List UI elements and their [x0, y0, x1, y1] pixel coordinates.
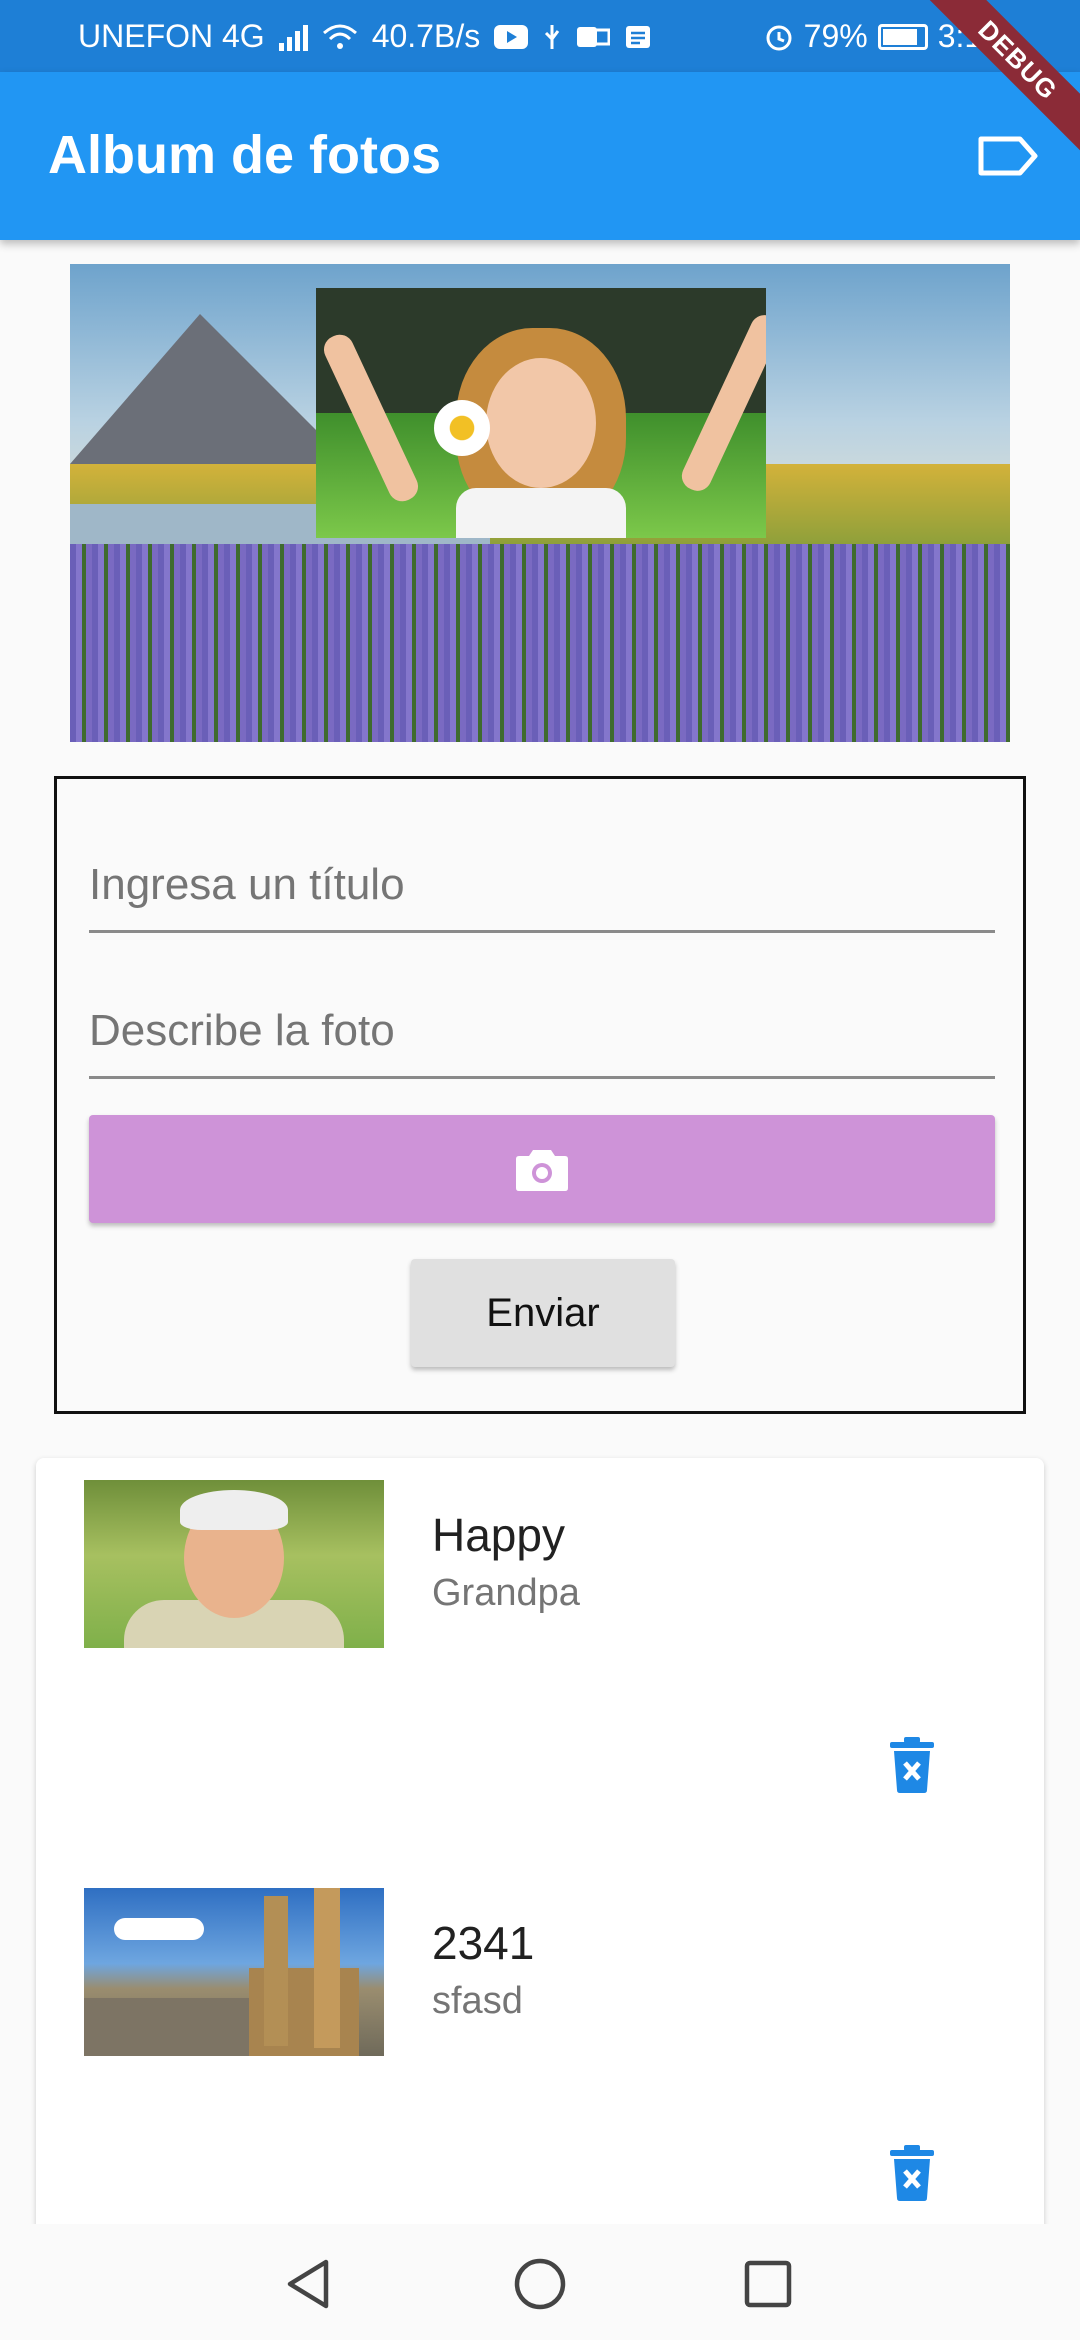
- cathedral-thumbnail: [84, 1888, 384, 2056]
- item-description: sfasd: [432, 1980, 523, 2022]
- photo-form: Enviar: [54, 776, 1026, 1414]
- youtube-icon: [494, 24, 529, 49]
- camera-button[interactable]: [89, 1115, 995, 1223]
- app-title: Album de fotos: [48, 125, 441, 185]
- description-input[interactable]: [89, 1006, 995, 1056]
- carrier-label: UNEFON 4G: [78, 18, 265, 54]
- status-bar: UNEFON 4G 40.7B/s 79% 3:12 DEBUG: [0, 0, 1080, 167]
- banner-lupine-field: [70, 544, 1010, 742]
- banner-mountain: [70, 314, 350, 464]
- label-outline-icon[interactable]: [976, 134, 1040, 178]
- app-bar: Album de fotos: [0, 72, 1080, 240]
- network-speed: 40.7B/s: [371, 18, 481, 54]
- wifi-icon: [322, 24, 357, 49]
- description-field: [89, 959, 995, 1079]
- usb-icon: [545, 24, 560, 49]
- message-icon: [626, 25, 651, 48]
- delete-icon[interactable]: [888, 2144, 936, 2202]
- system-nav-bar: [0, 2224, 1080, 2340]
- grandpa-thumbnail: [84, 1480, 384, 1648]
- list-item[interactable]: Happy Grandpa: [36, 1480, 1044, 1888]
- title-field: [89, 813, 995, 933]
- happy-girl-photo: [316, 288, 766, 538]
- home-icon[interactable]: [510, 2254, 570, 2314]
- back-icon[interactable]: [280, 2254, 340, 2314]
- photo-list: Happy Grandpa 2341 sfasd: [36, 1458, 1044, 2340]
- battery-percent: 79%: [803, 18, 868, 54]
- header-image: [70, 264, 1010, 742]
- alarm-icon: [766, 25, 792, 50]
- delete-icon[interactable]: [888, 1736, 936, 1794]
- title-input[interactable]: [89, 860, 995, 910]
- submit-button[interactable]: Enviar: [411, 1259, 675, 1367]
- item-title: 2341: [432, 1917, 535, 1969]
- item-title: Happy: [432, 1509, 565, 1561]
- battery-icon: [877, 23, 928, 50]
- outlook-icon: [577, 26, 611, 47]
- camera-icon: [516, 1150, 568, 1191]
- daisy-flower: [434, 400, 490, 456]
- signal-icon: [278, 23, 308, 51]
- recent-apps-icon[interactable]: [738, 2254, 798, 2314]
- item-description: Grandpa: [432, 1572, 580, 1614]
